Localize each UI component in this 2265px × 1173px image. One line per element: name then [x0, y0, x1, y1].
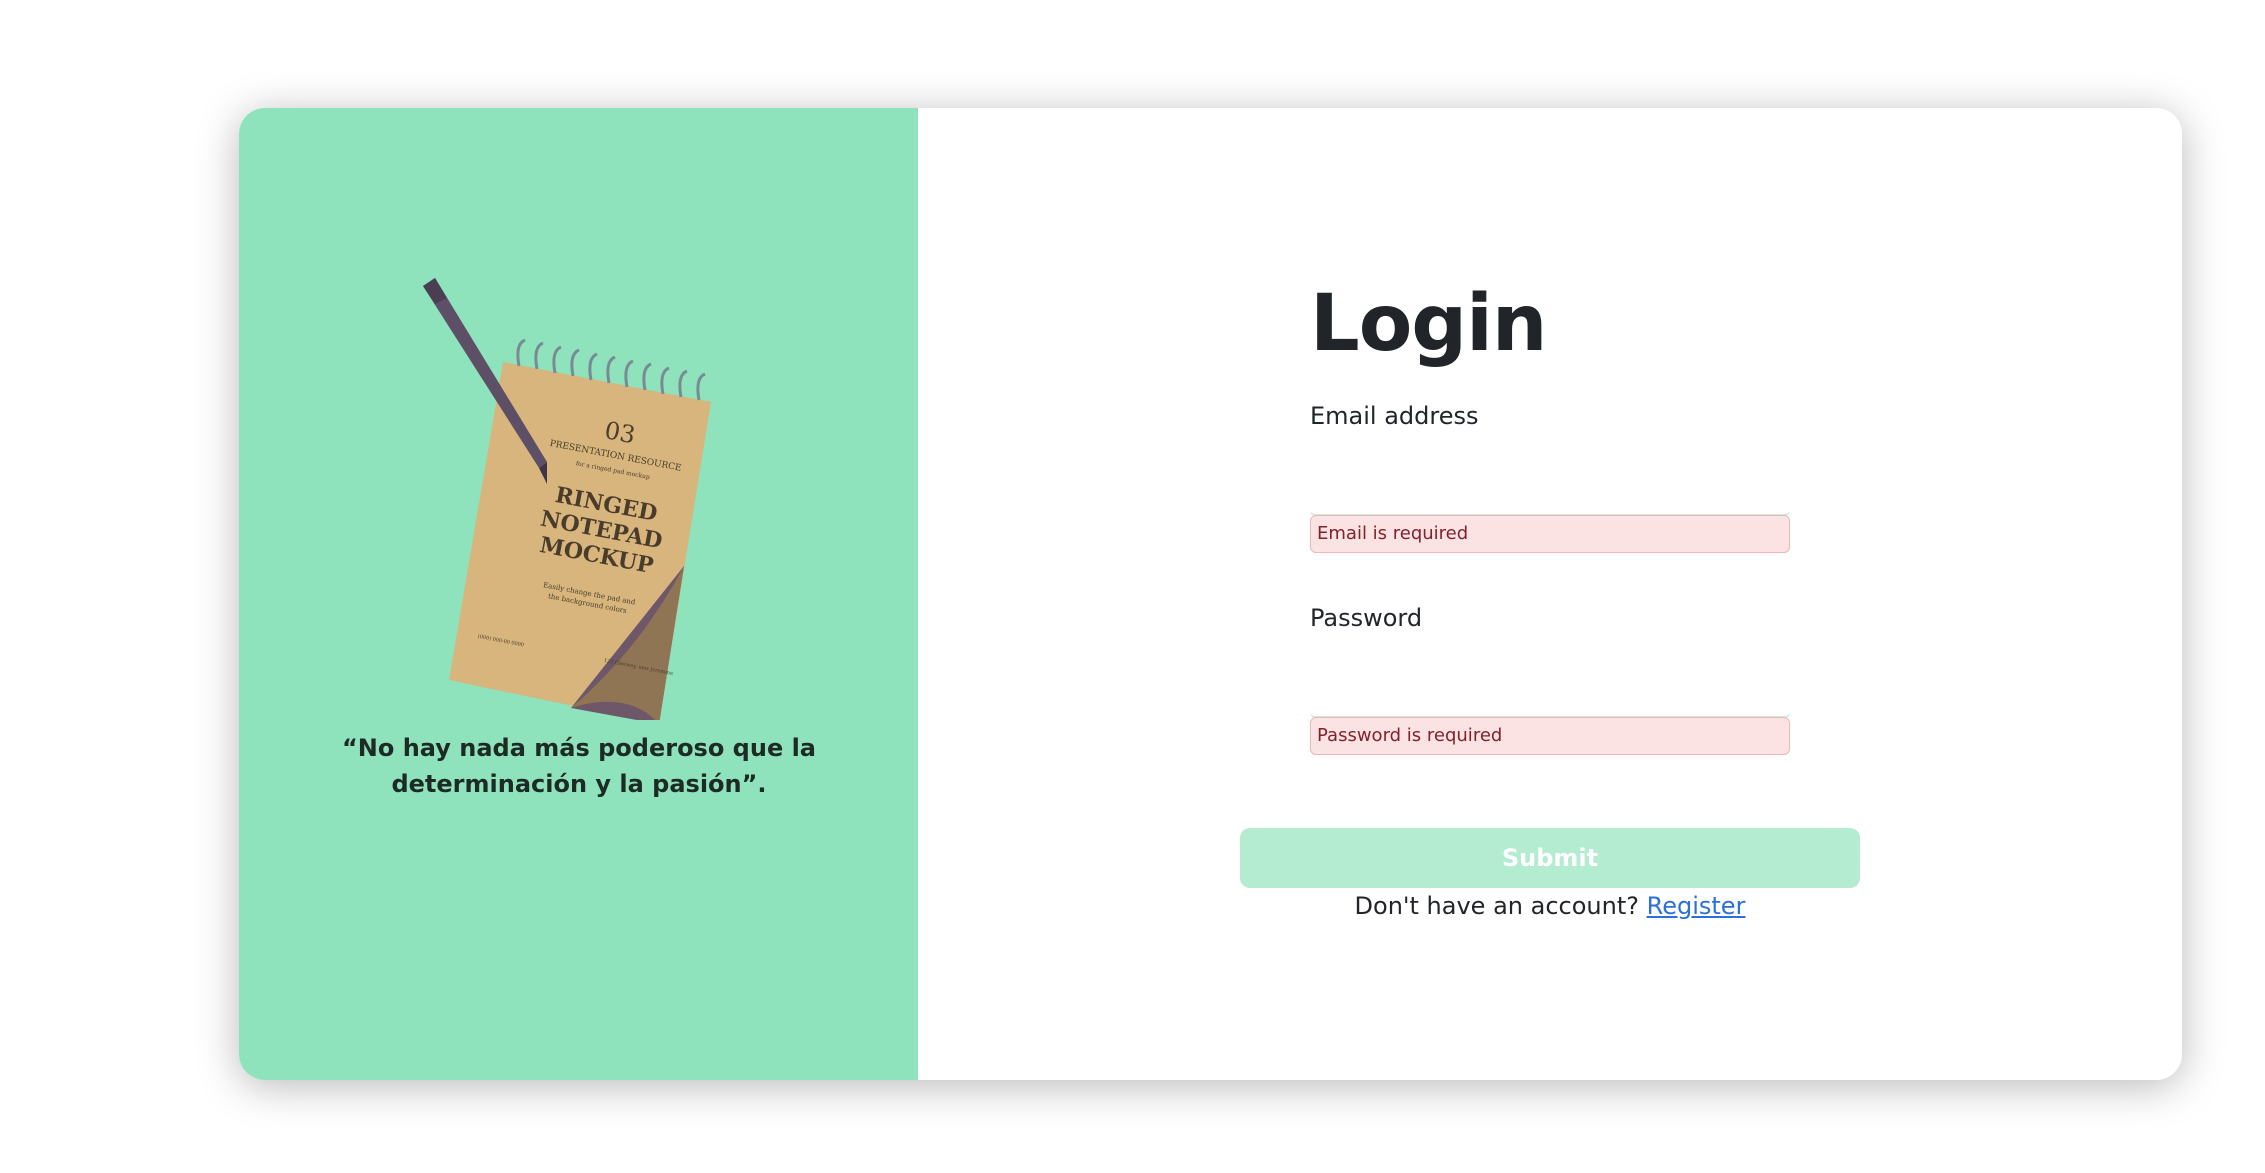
password-error-message: Password is required — [1310, 717, 1790, 755]
page-title: Login — [1310, 279, 1547, 369]
email-field[interactable] — [1310, 472, 1790, 516]
login-card: 03 PRESENTATION RESOURCE for a ringed pa… — [239, 108, 2182, 1080]
password-label: Password — [1310, 604, 1423, 632]
register-link[interactable]: Register — [1647, 892, 1746, 920]
register-prompt-text: Don't have an account? — [1354, 892, 1639, 920]
motivational-quote: “No hay nada más poderoso que la determi… — [342, 734, 816, 798]
login-form-panel: Login Email address Email is required Pa… — [918, 108, 2182, 1080]
email-label: Email address — [1310, 402, 1479, 430]
submit-button[interactable]: Submit — [1240, 828, 1860, 888]
register-prompt: Don't have an account? Register — [1240, 889, 1860, 923]
notepad-image: 03 PRESENTATION RESOURCE for a ringed pa… — [449, 338, 711, 720]
notepad-number: 03 — [602, 416, 637, 449]
notepad-illustration: 03 PRESENTATION RESOURCE for a ringed pa… — [423, 278, 711, 720]
illustration-panel: 03 PRESENTATION RESOURCE for a ringed pa… — [239, 108, 918, 1080]
password-field[interactable] — [1310, 674, 1790, 718]
email-error-message: Email is required — [1310, 515, 1790, 553]
